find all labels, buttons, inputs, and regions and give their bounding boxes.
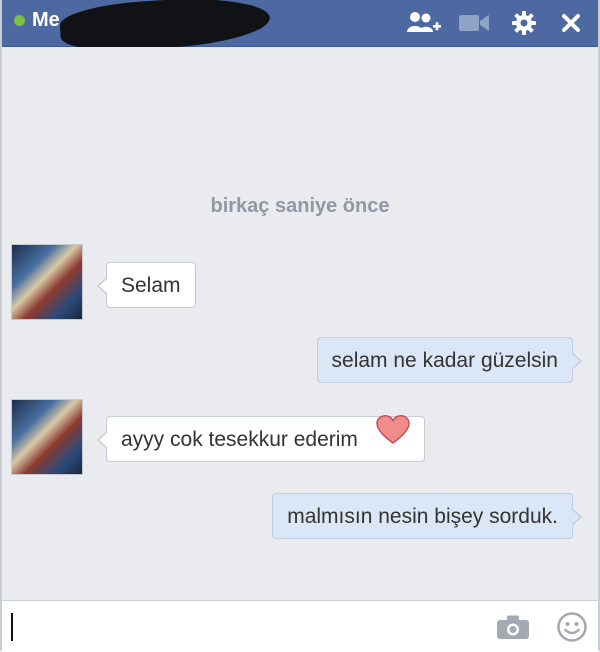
heart-icon	[376, 415, 410, 462]
online-status-dot	[14, 15, 25, 26]
incoming-message: Selam	[97, 262, 196, 308]
outgoing-message: selam ne kadar güzelsin	[316, 337, 583, 383]
chat-window: Me birkaç saniye önce Selam selam ne kad…	[0, 0, 600, 652]
message-text: selam ne kadar güzelsin	[331, 349, 558, 372]
emoji-smiley-icon[interactable]	[556, 611, 588, 648]
video-call-icon[interactable]	[457, 9, 491, 37]
contact-avatar[interactable]	[11, 244, 83, 320]
incoming-message: ayyy cok tesekkur ederim	[97, 415, 425, 462]
message-input[interactable]	[16, 607, 480, 649]
message-text: malmısın nesin bişey sorduk.	[287, 505, 558, 528]
camera-icon[interactable]	[496, 614, 530, 645]
contact-name[interactable]: Me	[32, 9, 60, 32]
add-friend-icon[interactable]	[404, 9, 444, 37]
message-text: Selam	[121, 274, 181, 297]
message-composer	[2, 600, 598, 652]
outgoing-message: malmısın nesin bişey sorduk.	[272, 493, 582, 539]
chat-title-bar: Me	[2, 0, 598, 56]
contact-avatar[interactable]	[11, 399, 83, 475]
close-icon[interactable]	[558, 9, 584, 37]
message-text: ayyy cok tesekkur ederim	[121, 428, 358, 451]
text-cursor	[11, 613, 13, 641]
gear-icon[interactable]	[510, 9, 538, 37]
message-timestamp: birkaç saniye önce	[210, 195, 390, 217]
message-list[interactable]: birkaç saniye önce Selam selam ne kadar …	[2, 47, 598, 600]
